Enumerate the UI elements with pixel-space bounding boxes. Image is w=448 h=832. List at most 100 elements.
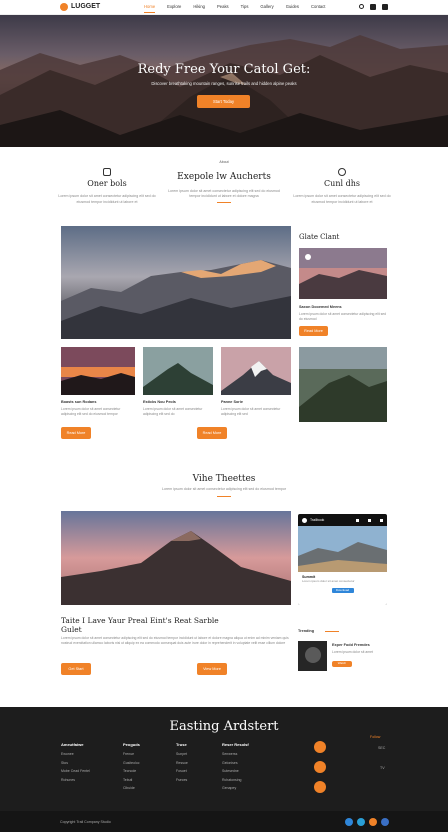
- footer-link[interactable]: Frenue: [123, 752, 140, 757]
- settings-icon[interactable]: [368, 518, 371, 522]
- feature-title: Cunl dhs: [324, 179, 360, 188]
- card-title-1: Boasts sun Rodans: [61, 400, 97, 404]
- side-card-title: Saxon Dooemed Meens: [299, 305, 342, 309]
- featured-headline: Taite I Lave Yaur Preal Eint's Reat Sarb…: [61, 616, 219, 634]
- gallery-read-more-mid[interactable]: Read More: [197, 427, 227, 439]
- location-icon: [338, 168, 346, 176]
- mini-thumb-image[interactable]: [298, 641, 327, 671]
- hero-title: Redy Free Your Catol Get:: [137, 62, 311, 77]
- featured-subtitle: Lorem ipsum dolor sit amet consectetur a…: [161, 487, 287, 491]
- copyright-text: Copyright Trail Company Studio: [60, 820, 111, 824]
- mini-watch-button[interactable]: Watch: [332, 661, 352, 667]
- logo-mark-icon: [60, 3, 68, 11]
- cart-icon[interactable]: [382, 4, 388, 10]
- app-avatar-icon: [302, 517, 307, 523]
- brand-name: LUGGET: [71, 3, 101, 11]
- footer-link[interactable]: Fosuet: [176, 769, 188, 774]
- side-title: Glate Clant: [299, 233, 340, 241]
- nav-item-tips[interactable]: Tips: [241, 4, 249, 9]
- hero-subtitle: Discover breathtaking mountain ranges, s…: [151, 81, 297, 86]
- nav-item-explore[interactable]: Explore: [167, 4, 181, 9]
- nav-item-home[interactable]: Home: [144, 4, 156, 14]
- feature-right: Cunl dhs Lorem ipsum dolor sit amet cons…: [292, 168, 392, 205]
- footer-column-head: Ameutfaiwe: [61, 742, 84, 747]
- nav-item-guides[interactable]: Guides: [286, 4, 299, 9]
- footer-link[interactable]: Ewonee: [61, 752, 90, 757]
- feature-title: Oner bols: [87, 179, 127, 188]
- featured-view-more-button[interactable]: View More: [197, 663, 227, 675]
- phone-contact-icon[interactable]: [314, 741, 326, 753]
- footer-link[interactable]: Ressoe: [176, 761, 188, 766]
- menu-icon[interactable]: [380, 518, 383, 522]
- card-text-2: Lorem ipsum dolor sit amet consectetur a…: [143, 407, 203, 417]
- footer-link[interactable]: Sutesedne: [222, 769, 249, 774]
- footer-link[interactable]: Tebuti: [123, 778, 140, 783]
- footer-column-1: Ameutfaiwe Ewonee Stos Mobe Cead Fentel …: [61, 742, 90, 786]
- linkedin-icon[interactable]: [381, 818, 389, 826]
- gallery-read-more-left[interactable]: Read More: [61, 427, 91, 439]
- twitter-icon[interactable]: [357, 818, 365, 826]
- footer-link[interactable]: Tecnode: [123, 769, 140, 774]
- feature-title: Exepole lw Aucherts: [177, 172, 271, 182]
- footer-link[interactable]: Sunpet: [176, 752, 188, 757]
- location-contact-icon[interactable]: [314, 781, 326, 793]
- footer-right-item: SEC: [378, 746, 386, 750]
- footer-link[interactable]: Rchatonsing: [222, 778, 249, 783]
- footer-link[interactable]: Gelonises: [222, 761, 249, 766]
- gallery-main-image[interactable]: [61, 226, 291, 339]
- phone-download-button[interactable]: Download: [331, 587, 354, 593]
- hero-cta-button[interactable]: Start Today: [197, 95, 250, 108]
- mini-text: Lorem ipsum dolor sit amet: [332, 650, 373, 654]
- nav-item-gallery[interactable]: Gallery: [260, 4, 273, 9]
- brand-logo[interactable]: LUGGET: [60, 2, 140, 11]
- footer-link[interactable]: Gusiteoloc: [123, 761, 140, 766]
- phone-mockup: Trailbook Summit Lorem ipsum dolor sit a…: [298, 514, 387, 605]
- footer-link[interactable]: Rohunes: [61, 778, 90, 783]
- feature-text: Lorem ipsum dolor sit amet consectetur a…: [293, 194, 391, 204]
- nav-item-peaks[interactable]: Peaks: [217, 4, 229, 9]
- accent-divider: [325, 631, 339, 632]
- featured-title: Vihe Theettes: [192, 474, 256, 484]
- top-nav: LUGGET Home Explore Hiking Peaks Tips Ga…: [0, 0, 448, 15]
- bell-icon[interactable]: [356, 518, 359, 522]
- rss-icon[interactable]: [369, 818, 377, 826]
- footer-link[interactable]: Fseces: [176, 778, 188, 783]
- card-title-2: Esticks Nou Peols: [143, 400, 176, 404]
- footer-link[interactable]: Genapey: [222, 786, 249, 791]
- footer-link[interactable]: Mobe Cead Fentel: [61, 769, 90, 774]
- mini-title: Exper Fodd Fremdes: [332, 643, 370, 647]
- accent-divider: [217, 496, 231, 497]
- feature-center: Exepole lw Aucherts Lorem ipsum dolor si…: [164, 172, 284, 204]
- side-image[interactable]: [299, 248, 387, 299]
- featured-image[interactable]: [61, 511, 291, 605]
- phone-image: [298, 526, 387, 572]
- mail-contact-icon[interactable]: [314, 761, 326, 773]
- facebook-icon[interactable]: [345, 818, 353, 826]
- side-read-more-button[interactable]: Read More: [299, 326, 328, 336]
- footer-column-2: Peoguds Frenue Gusiteoloc Tecnode Tebuti…: [123, 742, 140, 795]
- gallery-thumb-ridge[interactable]: [299, 347, 387, 422]
- phone-card-text: Lorem ipsum dolor sit amet consectetur: [302, 578, 355, 583]
- feature-text: Lorem ipsum dolor sit amet consectetur a…: [168, 188, 280, 199]
- footer-link[interactable]: Clbuide: [123, 786, 140, 791]
- phone-app-title: Trailbook: [310, 517, 325, 522]
- footer-right-label: Follow: [370, 735, 381, 739]
- footer-column-head: Truse: [176, 742, 187, 747]
- mini-head: Trending: [298, 629, 315, 633]
- search-icon[interactable]: [359, 4, 364, 9]
- footer-title: Easting Ardstert: [169, 719, 279, 734]
- card-text-1: Lorem ipsum dolor sit amet consectetur a…: [61, 407, 121, 417]
- footer-right-item: TV: [380, 766, 385, 770]
- intro-caption: About: [219, 160, 229, 164]
- nav-item-hiking[interactable]: Hiking: [193, 4, 205, 9]
- footer-link[interactable]: Senwerss: [222, 752, 249, 757]
- gallery-thumb-sunset[interactable]: [61, 347, 135, 395]
- nav-item-contact[interactable]: Contact: [311, 4, 325, 9]
- featured-get-start-button[interactable]: Get Start: [61, 663, 91, 675]
- footer-link[interactable]: Stos: [61, 761, 90, 766]
- gallery-thumb-peak[interactable]: [143, 347, 213, 395]
- user-icon[interactable]: [370, 4, 376, 10]
- gallery-thumb-snow[interactable]: [221, 347, 291, 395]
- feature-text: Lorem ipsum dolor sit amet consectetur a…: [58, 194, 156, 204]
- side-card-text: Lorem ipsum dolor sit amet consectetur a…: [299, 312, 387, 322]
